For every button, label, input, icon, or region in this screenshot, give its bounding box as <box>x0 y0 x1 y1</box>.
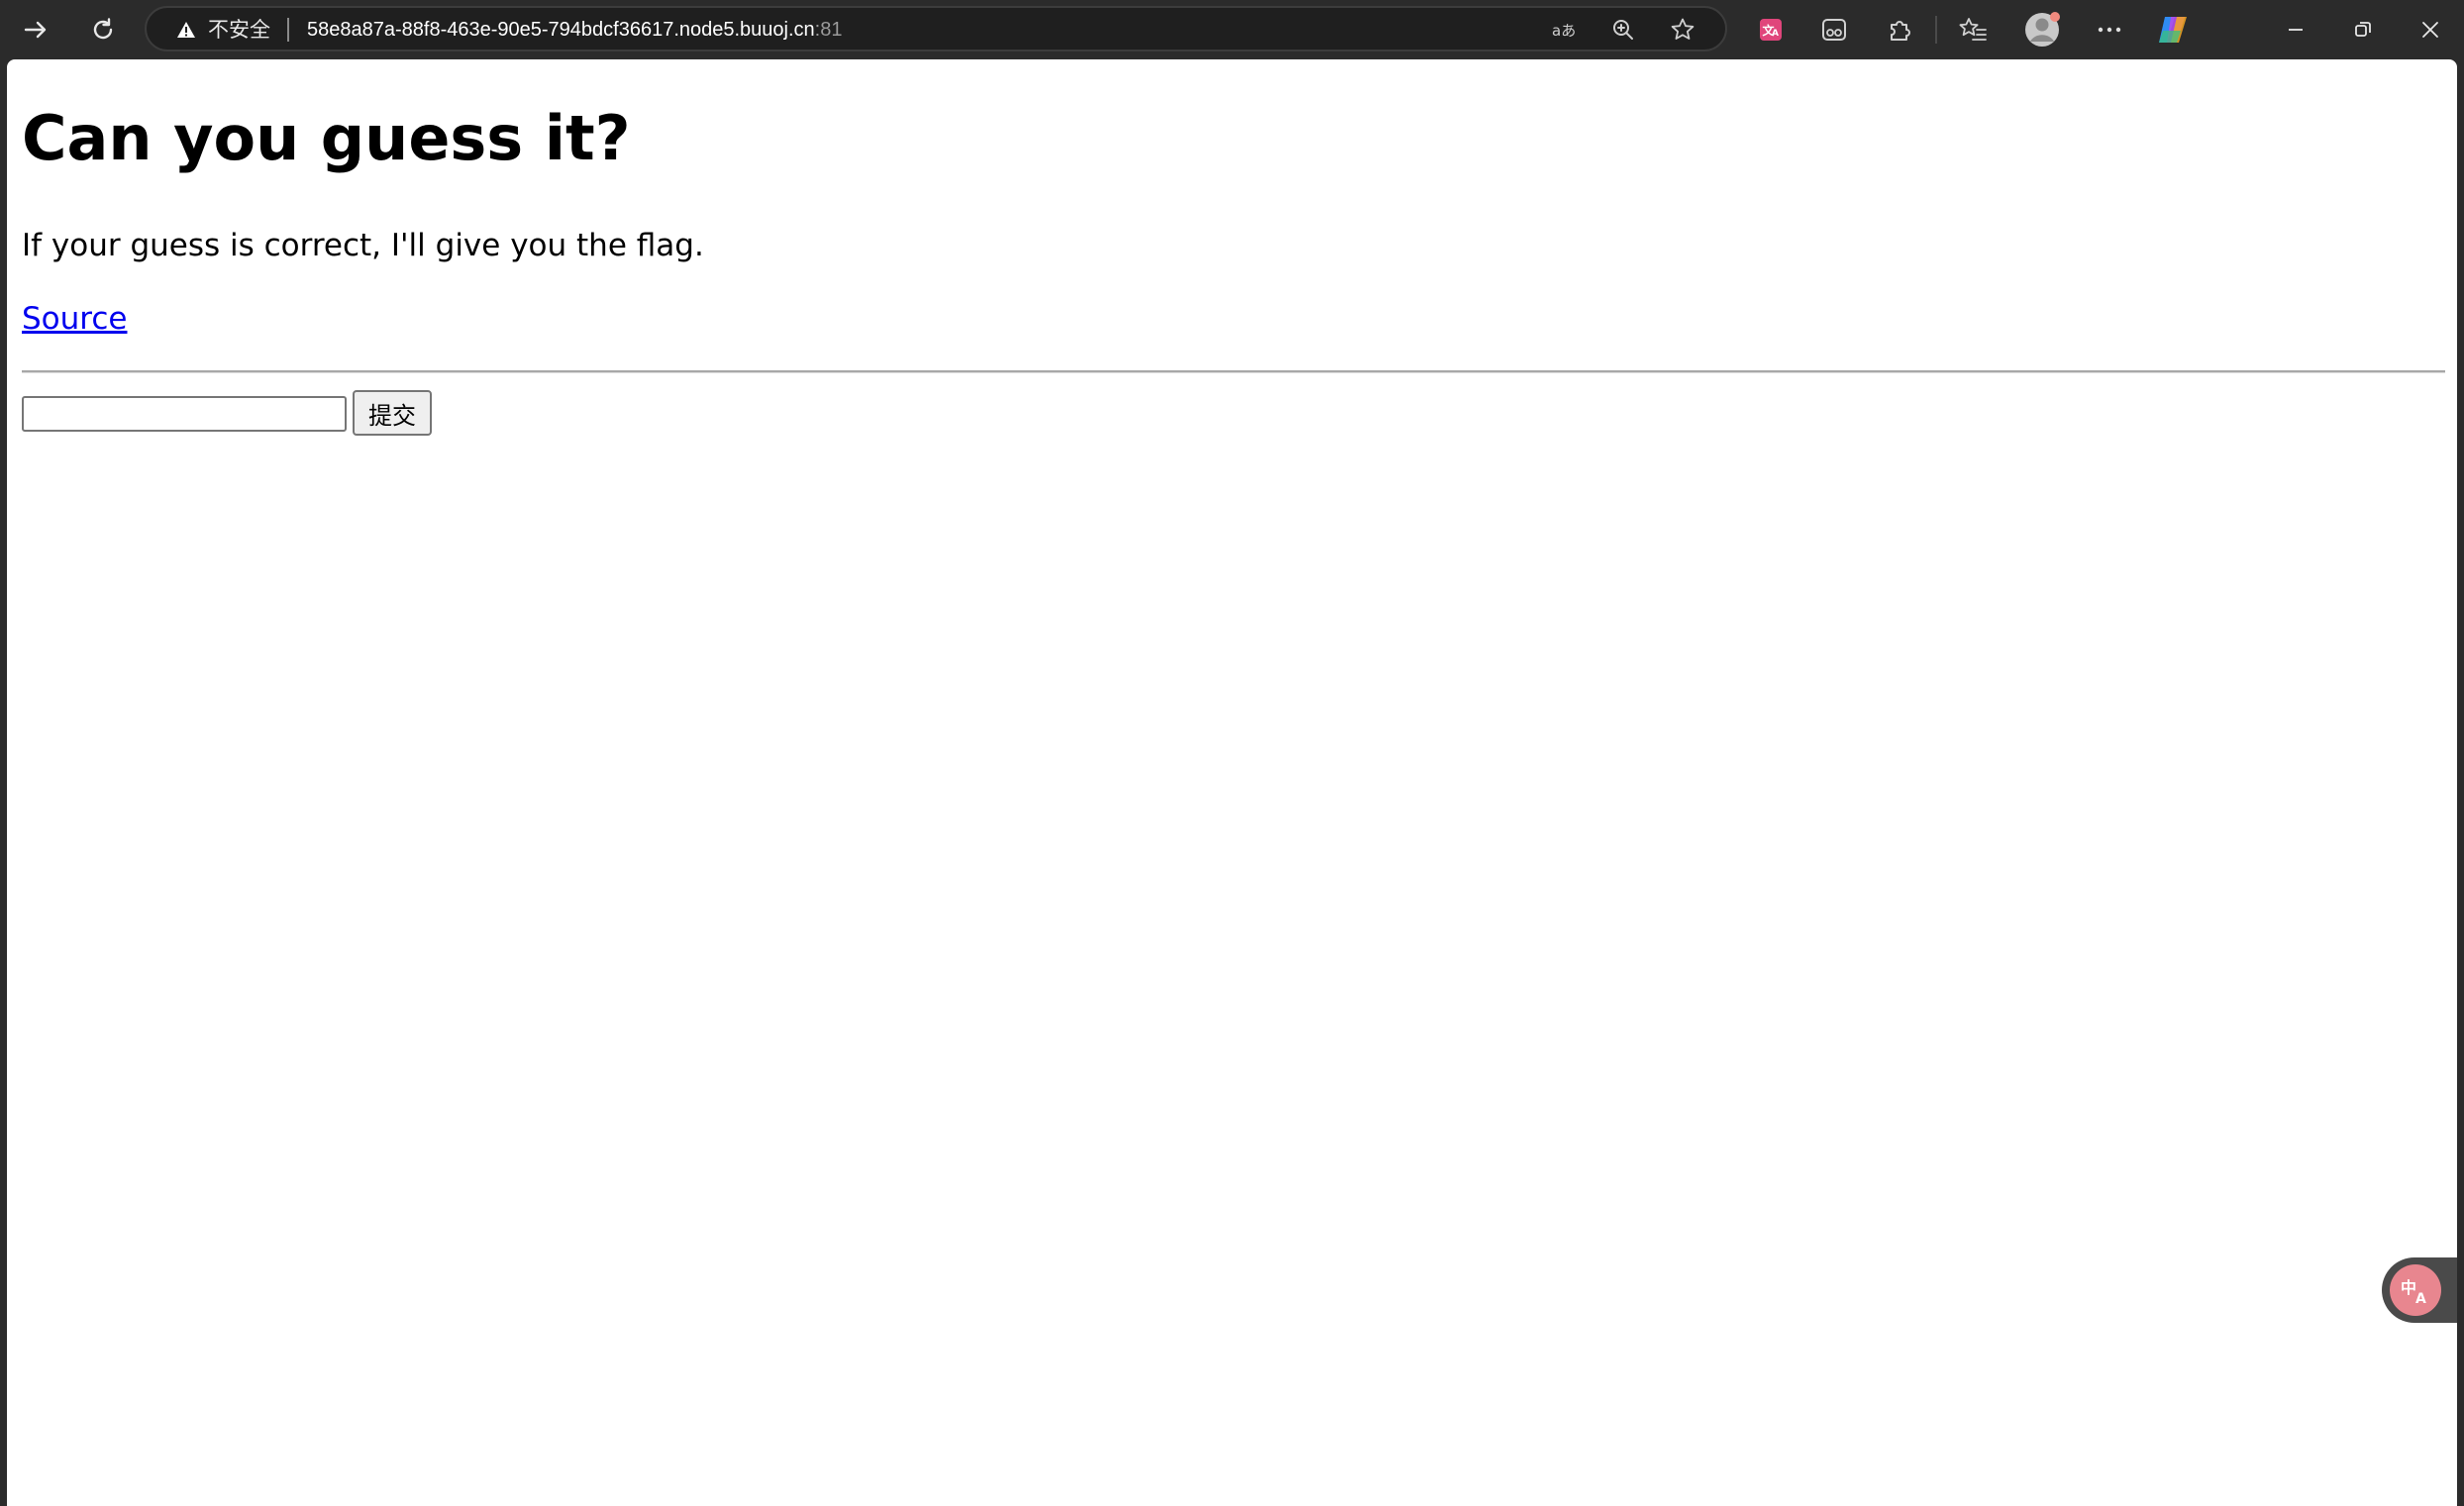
avatar-icon <box>2025 12 2060 47</box>
minimize-button[interactable] <box>2274 8 2317 51</box>
forward-button[interactable] <box>14 8 57 51</box>
arrow-right-icon <box>24 21 47 39</box>
immersive-reader-icon <box>1822 19 1846 41</box>
svg-text:A: A <box>2415 1291 2426 1307</box>
copilot-icon <box>2159 17 2187 43</box>
page-description: If your guess is correct, I'll give you … <box>22 228 704 263</box>
page-viewport: Can you guess it? If your guess is corre… <box>7 59 2457 1506</box>
minimize-icon <box>2289 29 2303 31</box>
source-link[interactable]: Source <box>22 299 127 339</box>
warning-triangle-icon[interactable] <box>176 20 196 40</box>
svg-text:中: 中 <box>2401 1278 2416 1297</box>
toolbar-divider <box>1935 16 1937 44</box>
url-host: 58e8a87a-88f8-463e-90e5-794bdcf36617.nod… <box>307 19 815 41</box>
url-port: :81 <box>814 19 843 41</box>
profile-button[interactable] <box>2020 8 2064 51</box>
floating-translate-button[interactable]: 中 A <box>2382 1257 2457 1323</box>
svg-text:A: A <box>1772 29 1779 39</box>
restore-icon <box>2355 22 2371 37</box>
translate-extension-icon: 文 A <box>1760 19 1782 41</box>
svg-text:aあ: aあ <box>1552 22 1576 40</box>
close-button[interactable] <box>2409 8 2452 51</box>
translate-extension-button[interactable]: 文 A <box>1749 8 1793 51</box>
puzzle-icon <box>1891 21 1910 41</box>
translate-bubble: 中 A <box>2390 1264 2441 1316</box>
browser-window: 不安全 58e8a87a-88f8-463e-90e5-794bdcf36617… <box>0 0 2464 1506</box>
zoom-button[interactable] <box>1608 15 1638 45</box>
reload-button[interactable] <box>81 8 125 51</box>
star-icon <box>1671 18 1694 40</box>
address-separator <box>287 18 289 42</box>
more-options-button[interactable] <box>2088 8 2131 51</box>
close-icon <box>2422 22 2438 38</box>
immersive-reader-button[interactable] <box>1812 8 1856 51</box>
reload-icon <box>93 18 113 40</box>
horizontal-rule <box>22 370 2445 373</box>
add-favorite-button[interactable] <box>1668 15 1697 45</box>
extensions-button[interactable] <box>1878 8 1921 51</box>
url-text[interactable]: 58e8a87a-88f8-463e-90e5-794bdcf36617.nod… <box>307 16 842 44</box>
ellipsis-icon <box>2098 27 2121 33</box>
read-aloud-icon: aあ <box>1552 22 1576 40</box>
copilot-button[interactable] <box>2151 8 2195 51</box>
restore-button[interactable] <box>2341 8 2385 51</box>
favorites-button[interactable] <box>1951 8 1995 51</box>
page-title: Can you guess it? <box>22 102 631 174</box>
translate-icon: 中 A <box>2401 1278 2426 1307</box>
browser-toolbar: 不安全 58e8a87a-88f8-463e-90e5-794bdcf36617… <box>0 0 2464 59</box>
favorites-icon <box>1959 18 1987 41</box>
guess-input[interactable] <box>22 396 347 432</box>
read-aloud-button[interactable]: aあ <box>1551 15 1581 45</box>
submit-button[interactable]: 提交 <box>353 390 432 436</box>
address-bar[interactable]: 不安全 58e8a87a-88f8-463e-90e5-794bdcf36617… <box>145 6 1727 51</box>
security-status-label[interactable]: 不安全 <box>208 16 270 44</box>
zoom-icon <box>1613 20 1633 40</box>
